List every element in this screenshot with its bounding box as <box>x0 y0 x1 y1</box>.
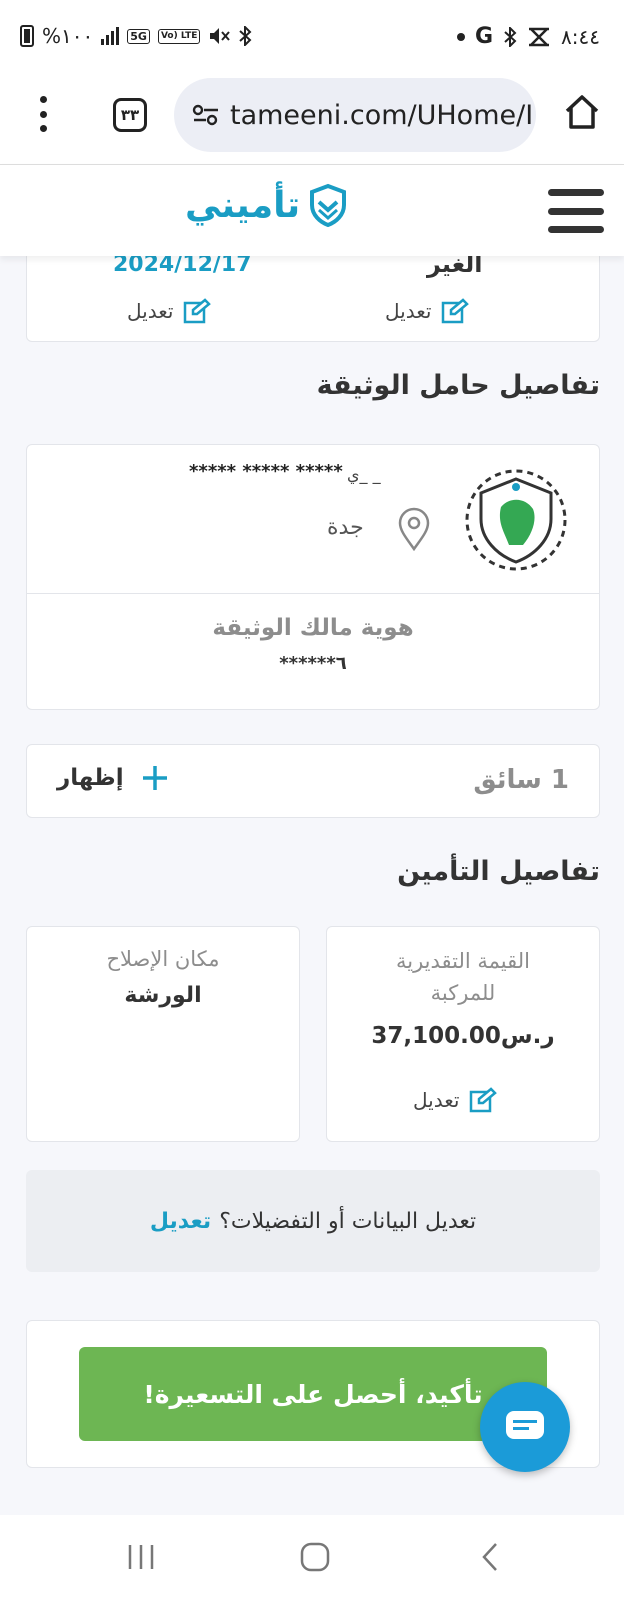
volte-badge: Vo) LTE <box>157 28 201 44</box>
edit-label: تعديل <box>413 1088 460 1112</box>
policy-holder-title: تفاصيل حامل الوثيقة <box>316 370 600 401</box>
vehicle-value-label: القيمة التقديرية للمركبة <box>395 949 531 1005</box>
google-icon: G <box>474 24 494 49</box>
edit-label: تعديل <box>127 299 174 323</box>
chat-button[interactable] <box>480 1382 570 1472</box>
battery-icon <box>20 25 34 47</box>
bluetooth-icon <box>239 26 252 46</box>
repair-location-card: مكان الإصلاح الورشة <box>26 926 300 1142</box>
edit-icon <box>470 1087 498 1113</box>
status-bar: %١٠٠ 5G Vo) LTE G ٨:٤٤ <box>0 0 624 72</box>
owner-id-value: ******٦ <box>279 653 347 674</box>
url-text: tameeni.com/UHome/I <box>230 99 534 131</box>
clock: ٨:٤٤ <box>561 24 600 49</box>
status-left: %١٠٠ 5G Vo) LTE <box>20 24 252 48</box>
driver-count: 1 سائق <box>473 765 569 795</box>
home-icon[interactable] <box>562 92 602 132</box>
owner-name-fragment: ي_ _ <box>347 465 381 484</box>
mute-icon <box>210 28 231 44</box>
signal-icon <box>101 27 120 45</box>
edit-data-prompt: تعديل البيانات أو التفضيلات؟ تعديل <box>26 1170 600 1272</box>
plus-icon <box>142 766 167 790</box>
owner-id-label: هوية مالك الوثيقة <box>212 615 414 641</box>
dot-icon <box>456 32 465 41</box>
network-5g-badge: 5G <box>127 28 150 44</box>
site-header: تأميني <box>0 164 624 256</box>
repair-location-value: الورشة <box>124 983 202 1008</box>
location-pin-icon <box>398 507 430 551</box>
browser-toolbar: ٣٣ tameeni.com/UHome/I <box>0 72 624 164</box>
tab-switcher-button[interactable]: ٣٣ <box>113 98 147 132</box>
show-label: إظهار <box>57 765 124 791</box>
edit-prompt-link[interactable]: تعديل <box>150 1209 211 1234</box>
edit-insurance-type-button[interactable]: تعديل <box>385 298 470 324</box>
divider <box>27 593 599 594</box>
home-nav-icon[interactable] <box>300 1542 330 1572</box>
repair-location-label: مكان الإصلاح <box>106 947 220 971</box>
drivers-card[interactable]: 1 سائق إظهار <box>26 744 600 818</box>
edit-prompt-text: تعديل البيانات أو التفضيلات؟ <box>219 1208 477 1234</box>
insurance-details-title: تفاصيل التأمين <box>397 856 600 887</box>
masked-owner-name: ***** ***** ***** <box>189 461 343 482</box>
more-options-icon[interactable] <box>34 96 52 132</box>
logo-text: تأميني <box>185 184 301 226</box>
battery-percent: %١٠٠ <box>42 24 94 48</box>
show-drivers-button[interactable]: إظهار <box>57 765 168 791</box>
recent-apps-icon[interactable] <box>126 1543 156 1571</box>
vehicle-value-card: القيمة التقديرية للمركبة 37,100.00ر.س تع… <box>326 926 600 1142</box>
tameeni-logo[interactable]: تأميني <box>185 183 348 227</box>
site-settings-icon[interactable] <box>192 104 220 126</box>
confirm-get-quote-button[interactable]: تأكيد، أحصل على التسعيرة! <box>79 1347 547 1441</box>
system-nav-bar <box>0 1515 624 1600</box>
edit-start-date-button[interactable]: تعديل <box>127 298 212 324</box>
owner-city: جدة <box>327 515 364 540</box>
screen-cast-icon <box>529 27 550 46</box>
edit-label: تعديل <box>385 299 432 323</box>
shield-logo-icon <box>310 183 347 227</box>
edit-icon <box>184 298 212 324</box>
chat-icon <box>506 1411 544 1439</box>
address-bar[interactable]: tameeni.com/UHome/I <box>174 78 536 152</box>
edit-icon <box>442 298 470 324</box>
bluetooth-icon <box>504 26 517 47</box>
menu-icon[interactable] <box>548 189 604 233</box>
policy-holder-card: ***** ***** ***** ي_ _ جدة هوية مالك الو… <box>26 444 600 710</box>
status-right: G ٨:٤٤ <box>456 24 600 49</box>
back-nav-icon[interactable] <box>480 1542 500 1572</box>
edit-vehicle-value-button[interactable]: تعديل <box>413 1087 498 1113</box>
owner-avatar-icon <box>465 469 567 571</box>
vehicle-value: 37,100.00ر.س <box>371 1023 555 1049</box>
